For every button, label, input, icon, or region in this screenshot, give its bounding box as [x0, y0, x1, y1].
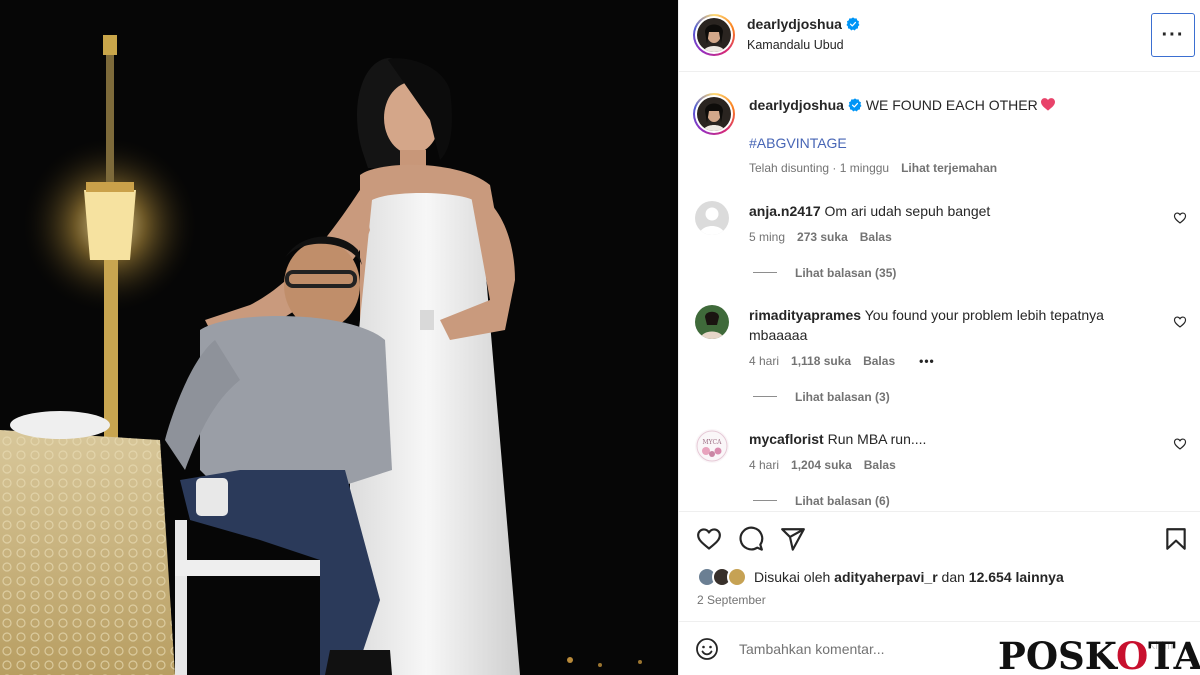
more-icon: ··· [1161, 24, 1185, 46]
comments-section[interactable]: dearlydjoshua WE FOUND EACH OTHER #ABGVI… [679, 73, 1200, 511]
replies-divider [753, 500, 777, 501]
comment-like-icon[interactable] [1173, 437, 1187, 451]
commenter-avatar[interactable] [695, 201, 729, 235]
comment-username[interactable]: mycaflorist [749, 431, 824, 447]
view-replies-label: Lihat balasan (6) [795, 494, 890, 508]
caption-meta: Telah disunting · 1 minggu Lihat terjemah… [749, 161, 997, 175]
view-replies-button[interactable]: Lihat balasan (6) [753, 494, 890, 508]
post-image [0, 0, 678, 675]
liker-avatar [727, 567, 747, 587]
view-replies-label: Lihat balasan (35) [795, 266, 897, 280]
comment-likes[interactable]: 1,118 suka [791, 354, 851, 368]
add-comment-input[interactable]: Tambahkan komentar... [739, 641, 885, 657]
author-username[interactable]: dearlydjoshua [747, 16, 860, 32]
comment-meta: 4 hari 1,204 suka Balas [749, 458, 908, 472]
bookmark-icon[interactable] [1163, 526, 1189, 552]
post-actions: Disukai oleh adityaherpavi_r dan 12.654 … [679, 511, 1200, 621]
commenter-avatar[interactable] [695, 305, 729, 339]
reply-button[interactable]: Balas [864, 458, 896, 472]
comment-like-icon[interactable] [1173, 211, 1187, 225]
caption-author-avatar[interactable] [693, 93, 735, 135]
comment-item: MYCA mycaflorist Run MBA run.... 4 hari 1… [679, 425, 1200, 511]
comment-text: rimadityaprames You found your problem l… [749, 305, 1149, 345]
replies-divider [753, 272, 777, 273]
post-photo[interactable] [0, 0, 678, 675]
comment-time[interactable]: 4 hari [749, 354, 779, 368]
comment-username[interactable]: rimadityaprames [749, 307, 861, 323]
reply-button[interactable]: Balas [863, 354, 895, 368]
comment-item: rimadityaprames You found your problem l… [679, 301, 1200, 411]
view-replies-button[interactable]: Lihat balasan (35) [753, 266, 896, 280]
liked-by-prefix: Disukai oleh [754, 569, 831, 585]
comment-more-icon[interactable]: ••• [919, 354, 935, 368]
poskota-watermark: POSKOTA [998, 634, 1200, 675]
comment-username[interactable]: anja.n2417 [749, 203, 821, 219]
author-avatar[interactable] [693, 14, 735, 56]
caption-body: WE FOUND EACH OTHER [865, 97, 1038, 113]
comment-body: Om ari udah sepuh banget [824, 203, 991, 219]
edited-label: Telah disunting · 1 minggu [749, 161, 890, 175]
post-date[interactable]: 2 September [697, 593, 766, 607]
reply-button[interactable]: Balas [860, 230, 892, 244]
liked-by-and: dan [941, 569, 965, 585]
emoji-icon[interactable] [695, 637, 719, 661]
more-options-button[interactable]: ··· [1151, 13, 1195, 57]
comment-likes[interactable]: 273 suka [797, 230, 848, 244]
post-location[interactable]: Kamandalu Ubud [747, 38, 844, 52]
comment-meta: 5 ming 273 suka Balas [749, 230, 904, 244]
liked-avatars[interactable] [697, 567, 751, 587]
caption-username[interactable]: dearlydjoshua [749, 97, 844, 113]
comment-item: anja.n2417 Om ari udah sepuh banget 5 mi… [679, 197, 1200, 297]
caption-hashtag[interactable]: #ABGVINTAGE [749, 135, 847, 151]
comment-time[interactable]: 5 ming [749, 230, 785, 244]
verified-icon [848, 98, 862, 112]
replies-divider [753, 396, 777, 397]
liked-by-user[interactable]: adityaherpavi_r [834, 569, 938, 585]
verified-icon [846, 17, 860, 31]
svg-text:MYCA: MYCA [703, 439, 723, 446]
comment-icon[interactable] [738, 526, 764, 552]
view-replies-label: Lihat balasan (3) [795, 390, 890, 404]
comment-time[interactable]: 4 hari [749, 458, 779, 472]
comment-likes[interactable]: 1,204 suka [791, 458, 852, 472]
comment-meta: 4 hari 1,118 suka Balas ••• [749, 354, 947, 368]
like-icon[interactable] [696, 526, 722, 552]
caption-text: dearlydjoshua WE FOUND EACH OTHER [749, 97, 1055, 113]
likes-count[interactable]: 12.654 lainnya [969, 569, 1064, 585]
liked-by: Disukai oleh adityaherpavi_r dan 12.654 … [697, 567, 1064, 587]
comment-body: Run MBA run.... [827, 431, 927, 447]
share-icon[interactable] [780, 526, 806, 552]
comment-text: mycaflorist Run MBA run.... [749, 429, 1149, 449]
commenter-avatar[interactable]: MYCA [695, 429, 729, 463]
post-detail-panel: dearlydjoshua Kamandalu Ubud ··· dearlyd… [678, 0, 1200, 675]
see-translation-link[interactable]: Lihat terjemahan [901, 161, 997, 175]
comment-text: anja.n2417 Om ari udah sepuh banget [749, 201, 1149, 221]
heart-emoji-icon [1040, 98, 1055, 111]
post-header: dearlydjoshua Kamandalu Ubud ··· [679, 0, 1200, 72]
view-replies-button[interactable]: Lihat balasan (3) [753, 390, 890, 404]
comment-like-icon[interactable] [1173, 315, 1187, 329]
